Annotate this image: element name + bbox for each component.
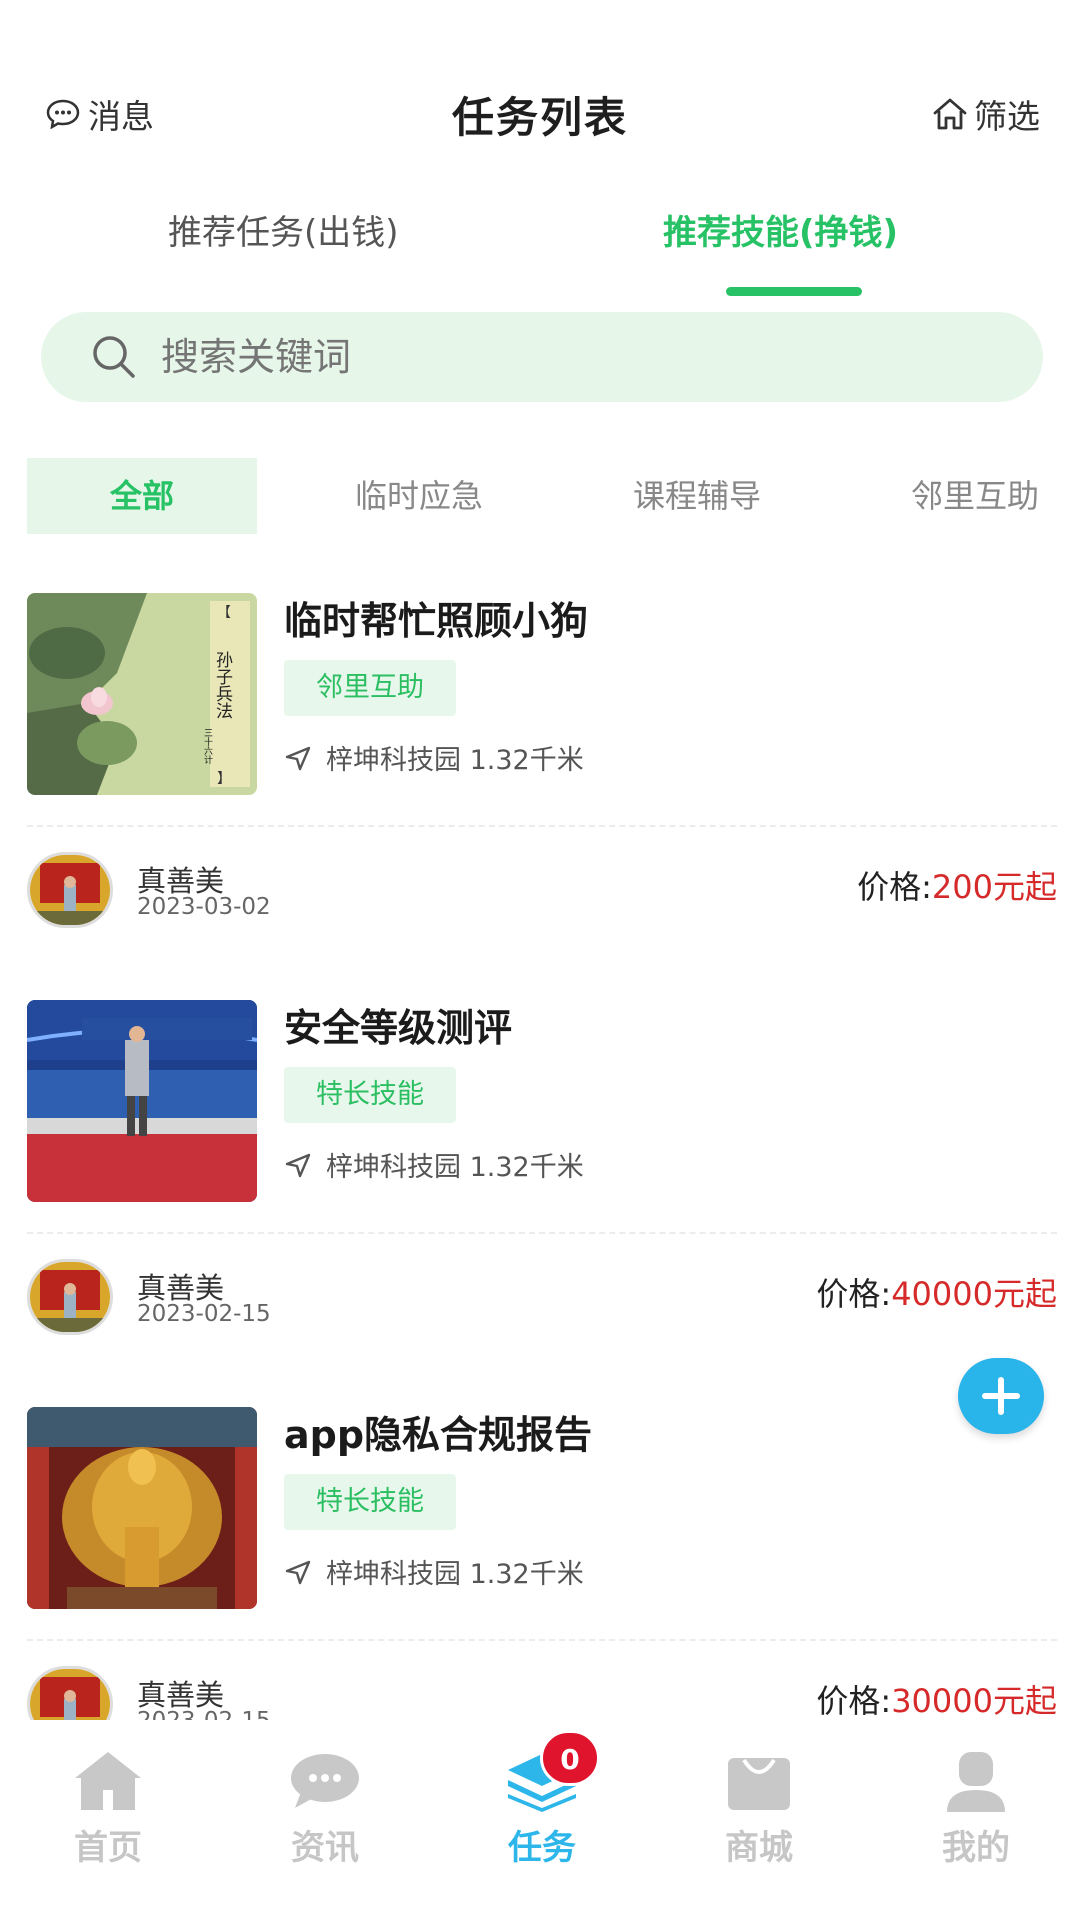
avatar[interactable] — [27, 1259, 113, 1335]
price-value: 200元起 — [931, 868, 1057, 906]
nav-home[interactable]: 首页 — [28, 1750, 188, 1869]
item-user-row: 真善美 2023-02-15 价格:40000元起 — [27, 1259, 1057, 1339]
nav-mall-label: 商城 — [725, 1828, 793, 1868]
nav-news[interactable]: 资讯 — [245, 1750, 405, 1869]
thumb-subtitle-text: 三十六计 — [202, 728, 213, 765]
item-user-row: 真善美 2023-03-02 价格:200元起 — [27, 852, 1057, 932]
item-tag: 特长技能 — [284, 1474, 456, 1530]
item-thumbnail — [27, 1407, 257, 1609]
top-tabs: 推荐任务(出钱) 推荐技能(挣钱) — [0, 205, 1080, 296]
thumb-title-text: 孙子兵法 — [212, 651, 233, 719]
svg-text:】: 】 — [217, 771, 231, 787]
task-count-badge: 0 — [540, 1730, 600, 1786]
svg-text:【: 【 — [217, 605, 231, 621]
navigation-arrow-icon — [285, 746, 311, 770]
chat-bubble-icon — [291, 1754, 359, 1808]
search-icon — [93, 336, 135, 378]
list-item[interactable]: 【 孙子兵法 三十六计 】 临时帮忙照顾小狗 邻里互助 梓坤科技园 1.32千米 — [0, 590, 1080, 997]
plus-icon — [982, 1377, 1020, 1415]
search-bar[interactable] — [41, 312, 1043, 402]
nav-home-label: 首页 — [74, 1828, 142, 1868]
item-divider — [27, 1232, 1057, 1234]
avatar[interactable] — [27, 852, 113, 928]
nav-profile[interactable]: 我的 — [896, 1750, 1056, 1869]
list-item[interactable]: app隐私合规报告 特长技能 梓坤科技园 1.32千米 真善美 2023-02-… — [0, 1404, 1080, 1720]
category-chips: 全部 临时应急 课程辅导 邻里互助 — [0, 458, 1080, 534]
price-label: 价格: — [816, 1682, 892, 1720]
home-icon — [75, 1752, 141, 1810]
add-task-button[interactable] — [958, 1358, 1044, 1434]
post-date: 2023-02-15 — [137, 1708, 271, 1720]
filter-button[interactable]: 筛选 — [932, 90, 1040, 138]
home-outline-icon — [933, 98, 967, 130]
top-header: 消息 任务列表 筛选 — [0, 70, 1080, 160]
item-tag: 邻里互助 — [284, 660, 456, 716]
tab-recommended-tasks[interactable]: 推荐任务(出钱) — [168, 205, 399, 254]
item-location: 梓坤科技园 1.32千米 — [284, 1552, 584, 1591]
nav-mall[interactable]: 商城 — [679, 1750, 839, 1869]
price-value: 30000元起 — [891, 1682, 1057, 1720]
active-tab-indicator — [726, 287, 862, 296]
category-neighbor-help[interactable]: 邻里互助 — [860, 458, 1080, 534]
price-label: 价格: — [816, 1275, 892, 1313]
item-divider — [27, 1639, 1057, 1641]
page-title: 任务列表 — [451, 93, 628, 142]
item-title[interactable]: 安全等级测评 — [284, 997, 512, 1052]
nav-news-label: 资讯 — [291, 1828, 359, 1868]
item-title[interactable]: 临时帮忙照顾小狗 — [284, 590, 588, 645]
item-location: 梓坤科技园 1.32千米 — [284, 1145, 584, 1184]
category-all[interactable]: 全部 — [27, 458, 257, 534]
tab-recommended-skills[interactable]: 推荐技能(挣钱) — [663, 205, 898, 254]
post-date: 2023-02-15 — [137, 1301, 271, 1327]
item-tag: 特长技能 — [284, 1067, 456, 1123]
location-text: 梓坤科技园 1.32千米 — [326, 745, 584, 776]
item-price: 价格:30000元起 — [816, 1676, 1057, 1720]
price-label: 价格: — [857, 868, 932, 906]
location-text: 梓坤科技园 1.32千米 — [326, 1559, 584, 1590]
item-divider — [27, 825, 1057, 827]
search-input[interactable] — [161, 335, 861, 379]
user-icon — [947, 1752, 1005, 1812]
item-thumbnail: 【 孙子兵法 三十六计 】 — [27, 593, 257, 795]
category-tutoring[interactable]: 课程辅导 — [582, 458, 812, 534]
item-user-row: 真善美 2023-02-15 价格:30000元起 — [27, 1666, 1057, 1720]
post-date: 2023-03-02 — [137, 894, 271, 920]
item-location: 梓坤科技园 1.32千米 — [284, 738, 584, 777]
avatar[interactable] — [27, 1666, 113, 1720]
task-list: 【 孙子兵法 三十六计 】 临时帮忙照顾小狗 邻里互助 梓坤科技园 1.32千米 — [0, 590, 1080, 1720]
location-text: 梓坤科技园 1.32千米 — [326, 1152, 584, 1183]
item-title[interactable]: app隐私合规报告 — [284, 1404, 592, 1459]
item-price: 价格:200元起 — [857, 862, 1057, 908]
nav-tasks-label: 任务 — [508, 1828, 576, 1868]
category-emergency[interactable]: 临时应急 — [304, 458, 534, 534]
item-thumbnail — [27, 1000, 257, 1202]
navigation-arrow-icon — [285, 1560, 311, 1584]
navigation-arrow-icon — [285, 1153, 311, 1177]
list-item[interactable]: 安全等级测评 特长技能 梓坤科技园 1.32千米 真善美 2023-02-15 … — [0, 997, 1080, 1404]
filter-label: 筛选 — [974, 97, 1040, 136]
shopping-bag-icon — [728, 1758, 790, 1810]
item-price: 价格:40000元起 — [816, 1269, 1057, 1315]
nav-profile-label: 我的 — [942, 1828, 1010, 1868]
price-value: 40000元起 — [891, 1275, 1057, 1313]
